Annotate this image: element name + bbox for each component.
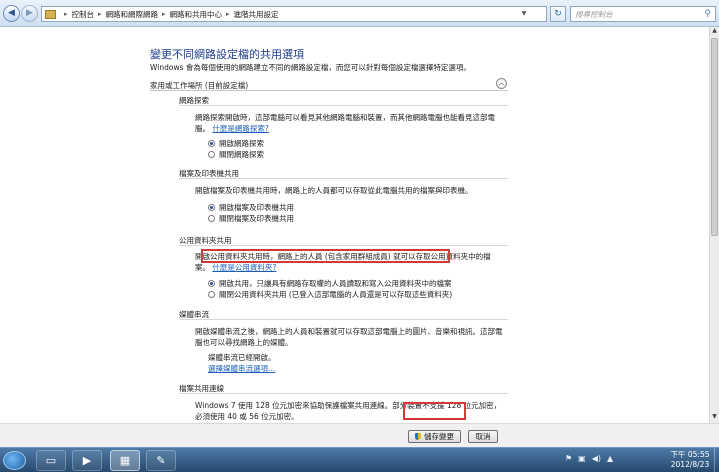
address-bar[interactable]: ▸ 控制台 ▸ 網路和網際網路 ▸ 網路和共用中心 ▸ 進階共用設定 ▼ [41,6,547,22]
media-player-icon[interactable]: ▶ [72,450,102,471]
section-heading-media-streaming: 媒體串流 [179,309,508,320]
network-discovery-description: 網路探索開啟時，這部電腦可以看見其他網路電腦和裝置，而其他網路電腦也能看見這部電… [195,113,495,133]
file-printer-description: 開啟檔案及印表機共用時，網路上的人員都可以存取從此電腦共用的檔案與印表機。 [195,186,473,195]
option-public-folder-on[interactable]: 開啟共用，只讓具有網路存取權的人員讀取和寫入公用資料夾中的檔案 [208,278,452,289]
option-file-printer-on[interactable]: 開啟檔案及印表機共用 [208,202,294,213]
radio[interactable] [208,215,215,222]
breadcrumb-separator: ▸ [98,10,102,18]
save-changes-button[interactable]: 儲存變更 [408,430,461,443]
clock-time: 下午 05:55 [670,450,710,459]
highlight-box [403,402,466,420]
back-button[interactable]: ◀ [3,5,20,22]
scrollbar-thumb[interactable] [711,38,718,236]
breadcrumb-control-panel[interactable]: 控制台 [72,9,95,20]
page-description: Windows 會為每個使用的網路建立不同的網路設定檔，而您可以針對每個設定檔選… [150,63,471,72]
public-folder-help-link[interactable]: 什麼是公用資料夾? [212,263,276,272]
flag-icon[interactable]: ⚑ [565,454,572,463]
breadcrumb-separator: ▸ [226,10,230,18]
scroll-up-icon[interactable]: ▲ [710,27,719,37]
breadcrumb-advanced-sharing[interactable]: 進階共用設定 [234,9,279,20]
search-placeholder: 搜尋控制台 [575,9,613,19]
highlight-box [201,249,450,263]
paint-icon[interactable]: ✎ [146,450,176,471]
control-panel-icon [45,9,56,19]
show-desktop-button[interactable] [714,448,719,473]
taskbar: ▭ ▶ ▦ ✎ ⚑ ▣ ◀) ▲ 下午 05:55 2012/8/23 [0,447,719,473]
radio-selected[interactable] [208,204,215,211]
radio[interactable] [208,151,215,158]
chevron-down-icon[interactable]: ▼ [518,7,530,21]
clock[interactable]: 下午 05:55 2012/8/23 [668,450,712,470]
media-streaming-status: 媒體串流已經開啟。 [208,353,276,362]
cancel-button[interactable]: 取消 [468,430,498,443]
chevron-up-icon[interactable]: ︿ [496,78,507,89]
profile-label: 家用或工作場所 (目前設定檔) [150,81,249,90]
volume-icon[interactable]: ◀) [592,454,601,463]
option-public-folder-off[interactable]: 關閉公用資料夾共用 (已登入這部電腦的人員還是可以存取這些資料夾) [208,289,452,300]
breadcrumb-separator: ▸ [64,10,68,18]
explorer-icon[interactable]: ▭ [36,450,66,471]
forward-button[interactable]: ▶ [21,5,38,22]
section-heading-file-sharing-connections: 檔案共用連線 [179,383,508,394]
profile-header[interactable]: 家用或工作場所 (目前設定檔) ︿ [150,77,508,91]
search-icon[interactable]: ⚲ [704,9,711,19]
clock-date: 2012/8/23 [670,460,710,469]
network-discovery-help-link[interactable]: 什麼是網路探索? [212,124,268,133]
breadcrumb-network-sharing-center[interactable]: 網路和共用中心 [170,9,223,20]
media-streaming-description: 開啟媒體串流之後，網路上的人員和裝置就可以存取這部電腦上的圖片、音樂和視訊。這部… [195,327,503,347]
radio-selected[interactable] [208,280,215,287]
breadcrumb-network-internet[interactable]: 網路和網際網路 [106,9,159,20]
option-network-discovery-on[interactable]: 開啟網路探索 [208,138,264,149]
option-network-discovery-off[interactable]: 關閉網路探索 [208,149,264,160]
refresh-button[interactable]: ↻ [550,6,566,22]
section-heading-public-folder: 公用資料夾共用 [179,235,508,246]
option-file-printer-off[interactable]: 關閉檔案及印表機共用 [208,213,294,224]
address-toolbar: ◀ ▶ ▸ 控制台 ▸ 網路和網際網路 ▸ 網路和共用中心 ▸ 進階共用設定 ▼ ↻ 搜… [0,0,719,27]
section-heading-file-printer: 檔案及印表機共用 [179,168,508,179]
network-icon[interactable]: ▣ [578,454,586,463]
page-title: 變更不同網路設定檔的共用選項 [150,48,304,61]
vertical-scrollbar[interactable]: ▲ ▼ [709,27,719,423]
control-panel-taskbar-icon[interactable]: ▦ [110,450,140,471]
section-heading-network-discovery: 網路探索 [179,95,508,106]
system-tray: ⚑ ▣ ◀) ▲ [565,454,613,463]
start-button[interactable] [3,451,26,470]
show-hidden-icons-icon[interactable]: ▲ [607,454,613,463]
search-input[interactable]: 搜尋控制台 ⚲ [570,6,716,22]
radio-selected[interactable] [208,140,215,147]
shield-icon [415,433,421,440]
media-streaming-options-link[interactable]: 選擇媒體串流選項... [208,363,518,374]
settings-content: 變更不同網路設定檔的共用選項 Windows 會為每個使用的網路建立不同的網路設… [0,27,709,423]
scroll-down-icon[interactable]: ▼ [710,413,719,423]
breadcrumb-separator: ▸ [162,10,166,18]
button-bar: 儲存變更 取消 [0,423,719,447]
radio[interactable] [208,291,215,298]
